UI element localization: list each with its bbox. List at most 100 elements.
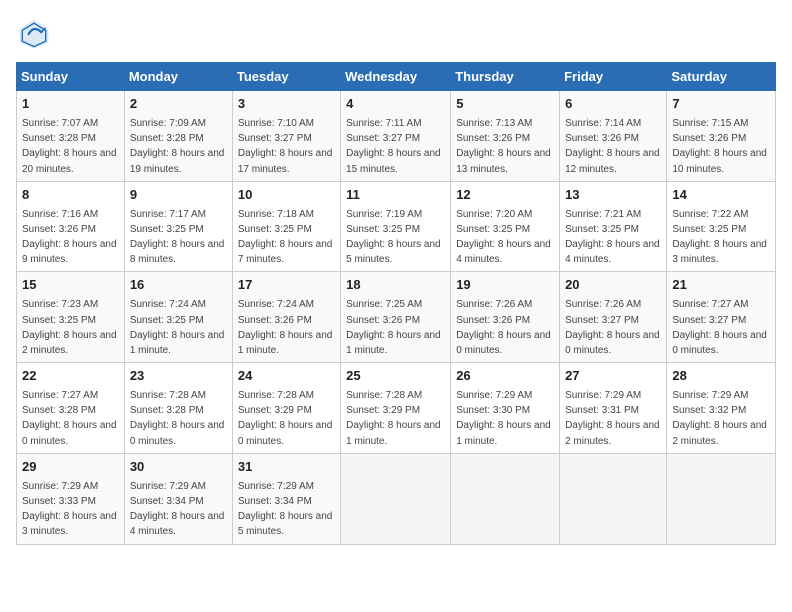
- day-info: Sunrise: 7:28 AMSunset: 3:29 PMDaylight:…: [346, 390, 441, 447]
- day-info: Sunrise: 7:29 AMSunset: 3:34 PMDaylight:…: [130, 481, 225, 538]
- day-info: Sunrise: 7:17 AMSunset: 3:25 PMDaylight:…: [130, 209, 225, 266]
- calendar-cell: 4 Sunrise: 7:11 AMSunset: 3:27 PMDayligh…: [341, 91, 451, 182]
- day-number: 17: [238, 276, 335, 295]
- calendar-cell: 3 Sunrise: 7:10 AMSunset: 3:27 PMDayligh…: [232, 91, 340, 182]
- day-info: Sunrise: 7:29 AMSunset: 3:33 PMDaylight:…: [22, 481, 117, 538]
- day-number: 13: [565, 186, 661, 205]
- calendar-cell: 30 Sunrise: 7:29 AMSunset: 3:34 PMDaylig…: [124, 453, 232, 544]
- day-info: Sunrise: 7:14 AMSunset: 3:26 PMDaylight:…: [565, 118, 660, 175]
- calendar-cell: 31 Sunrise: 7:29 AMSunset: 3:34 PMDaylig…: [232, 453, 340, 544]
- calendar-cell: 13 Sunrise: 7:21 AMSunset: 3:25 PMDaylig…: [560, 181, 667, 272]
- day-number: 23: [130, 367, 227, 386]
- day-info: Sunrise: 7:13 AMSunset: 3:26 PMDaylight:…: [456, 118, 551, 175]
- calendar-cell: 12 Sunrise: 7:20 AMSunset: 3:25 PMDaylig…: [451, 181, 560, 272]
- calendar-cell: 21 Sunrise: 7:27 AMSunset: 3:27 PMDaylig…: [667, 272, 776, 363]
- calendar-cell: 18 Sunrise: 7:25 AMSunset: 3:26 PMDaylig…: [341, 272, 451, 363]
- col-header-monday: Monday: [124, 63, 232, 91]
- col-header-saturday: Saturday: [667, 63, 776, 91]
- day-info: Sunrise: 7:28 AMSunset: 3:29 PMDaylight:…: [238, 390, 333, 447]
- col-header-wednesday: Wednesday: [341, 63, 451, 91]
- day-info: Sunrise: 7:23 AMSunset: 3:25 PMDaylight:…: [22, 299, 117, 356]
- day-number: 16: [130, 276, 227, 295]
- calendar-cell: 22 Sunrise: 7:27 AMSunset: 3:28 PMDaylig…: [17, 363, 125, 454]
- day-info: Sunrise: 7:29 AMSunset: 3:34 PMDaylight:…: [238, 481, 333, 538]
- calendar-cell: [667, 453, 776, 544]
- calendar-cell: [451, 453, 560, 544]
- day-number: 2: [130, 95, 227, 114]
- calendar-cell: 19 Sunrise: 7:26 AMSunset: 3:26 PMDaylig…: [451, 272, 560, 363]
- calendar-week-row: 15 Sunrise: 7:23 AMSunset: 3:25 PMDaylig…: [17, 272, 776, 363]
- page-header: [16, 16, 776, 52]
- day-info: Sunrise: 7:19 AMSunset: 3:25 PMDaylight:…: [346, 209, 441, 266]
- logo: [16, 16, 58, 52]
- day-info: Sunrise: 7:11 AMSunset: 3:27 PMDaylight:…: [346, 118, 441, 175]
- day-info: Sunrise: 7:10 AMSunset: 3:27 PMDaylight:…: [238, 118, 333, 175]
- day-info: Sunrise: 7:25 AMSunset: 3:26 PMDaylight:…: [346, 299, 441, 356]
- calendar-cell: 1 Sunrise: 7:07 AMSunset: 3:28 PMDayligh…: [17, 91, 125, 182]
- day-number: 1: [22, 95, 119, 114]
- day-number: 20: [565, 276, 661, 295]
- day-number: 5: [456, 95, 554, 114]
- calendar-cell: 6 Sunrise: 7:14 AMSunset: 3:26 PMDayligh…: [560, 91, 667, 182]
- day-info: Sunrise: 7:15 AMSunset: 3:26 PMDaylight:…: [672, 118, 767, 175]
- calendar-cell: 25 Sunrise: 7:28 AMSunset: 3:29 PMDaylig…: [341, 363, 451, 454]
- day-info: Sunrise: 7:28 AMSunset: 3:28 PMDaylight:…: [130, 390, 225, 447]
- calendar-cell: 7 Sunrise: 7:15 AMSunset: 3:26 PMDayligh…: [667, 91, 776, 182]
- day-number: 12: [456, 186, 554, 205]
- col-header-tuesday: Tuesday: [232, 63, 340, 91]
- day-info: Sunrise: 7:27 AMSunset: 3:28 PMDaylight:…: [22, 390, 117, 447]
- day-number: 21: [672, 276, 770, 295]
- day-info: Sunrise: 7:26 AMSunset: 3:27 PMDaylight:…: [565, 299, 660, 356]
- calendar-week-row: 8 Sunrise: 7:16 AMSunset: 3:26 PMDayligh…: [17, 181, 776, 272]
- calendar-cell: 11 Sunrise: 7:19 AMSunset: 3:25 PMDaylig…: [341, 181, 451, 272]
- day-number: 29: [22, 458, 119, 477]
- calendar-cell: 2 Sunrise: 7:09 AMSunset: 3:28 PMDayligh…: [124, 91, 232, 182]
- calendar-cell: 28 Sunrise: 7:29 AMSunset: 3:32 PMDaylig…: [667, 363, 776, 454]
- col-header-thursday: Thursday: [451, 63, 560, 91]
- day-info: Sunrise: 7:26 AMSunset: 3:26 PMDaylight:…: [456, 299, 551, 356]
- day-number: 24: [238, 367, 335, 386]
- day-info: Sunrise: 7:20 AMSunset: 3:25 PMDaylight:…: [456, 209, 551, 266]
- calendar-week-row: 22 Sunrise: 7:27 AMSunset: 3:28 PMDaylig…: [17, 363, 776, 454]
- day-number: 27: [565, 367, 661, 386]
- day-info: Sunrise: 7:21 AMSunset: 3:25 PMDaylight:…: [565, 209, 660, 266]
- day-info: Sunrise: 7:29 AMSunset: 3:31 PMDaylight:…: [565, 390, 660, 447]
- day-number: 6: [565, 95, 661, 114]
- day-number: 8: [22, 186, 119, 205]
- calendar-week-row: 1 Sunrise: 7:07 AMSunset: 3:28 PMDayligh…: [17, 91, 776, 182]
- day-info: Sunrise: 7:29 AMSunset: 3:32 PMDaylight:…: [672, 390, 767, 447]
- day-info: Sunrise: 7:18 AMSunset: 3:25 PMDaylight:…: [238, 209, 333, 266]
- day-number: 26: [456, 367, 554, 386]
- calendar-cell: 26 Sunrise: 7:29 AMSunset: 3:30 PMDaylig…: [451, 363, 560, 454]
- day-info: Sunrise: 7:16 AMSunset: 3:26 PMDaylight:…: [22, 209, 117, 266]
- day-number: 19: [456, 276, 554, 295]
- day-number: 10: [238, 186, 335, 205]
- day-number: 18: [346, 276, 445, 295]
- day-number: 14: [672, 186, 770, 205]
- day-number: 31: [238, 458, 335, 477]
- day-number: 15: [22, 276, 119, 295]
- day-info: Sunrise: 7:07 AMSunset: 3:28 PMDaylight:…: [22, 118, 117, 175]
- calendar-cell: 15 Sunrise: 7:23 AMSunset: 3:25 PMDaylig…: [17, 272, 125, 363]
- day-number: 11: [346, 186, 445, 205]
- calendar-cell: 23 Sunrise: 7:28 AMSunset: 3:28 PMDaylig…: [124, 363, 232, 454]
- calendar-header-row: SundayMondayTuesdayWednesdayThursdayFrid…: [17, 63, 776, 91]
- calendar-cell: [341, 453, 451, 544]
- col-header-friday: Friday: [560, 63, 667, 91]
- logo-icon: [16, 16, 52, 52]
- calendar-cell: 14 Sunrise: 7:22 AMSunset: 3:25 PMDaylig…: [667, 181, 776, 272]
- col-header-sunday: Sunday: [17, 63, 125, 91]
- calendar-cell: 8 Sunrise: 7:16 AMSunset: 3:26 PMDayligh…: [17, 181, 125, 272]
- calendar-cell: 29 Sunrise: 7:29 AMSunset: 3:33 PMDaylig…: [17, 453, 125, 544]
- day-number: 22: [22, 367, 119, 386]
- calendar-cell: 20 Sunrise: 7:26 AMSunset: 3:27 PMDaylig…: [560, 272, 667, 363]
- day-info: Sunrise: 7:09 AMSunset: 3:28 PMDaylight:…: [130, 118, 225, 175]
- day-number: 28: [672, 367, 770, 386]
- day-info: Sunrise: 7:22 AMSunset: 3:25 PMDaylight:…: [672, 209, 767, 266]
- calendar-cell: 10 Sunrise: 7:18 AMSunset: 3:25 PMDaylig…: [232, 181, 340, 272]
- day-number: 7: [672, 95, 770, 114]
- day-number: 30: [130, 458, 227, 477]
- day-number: 25: [346, 367, 445, 386]
- calendar-cell: 27 Sunrise: 7:29 AMSunset: 3:31 PMDaylig…: [560, 363, 667, 454]
- day-number: 3: [238, 95, 335, 114]
